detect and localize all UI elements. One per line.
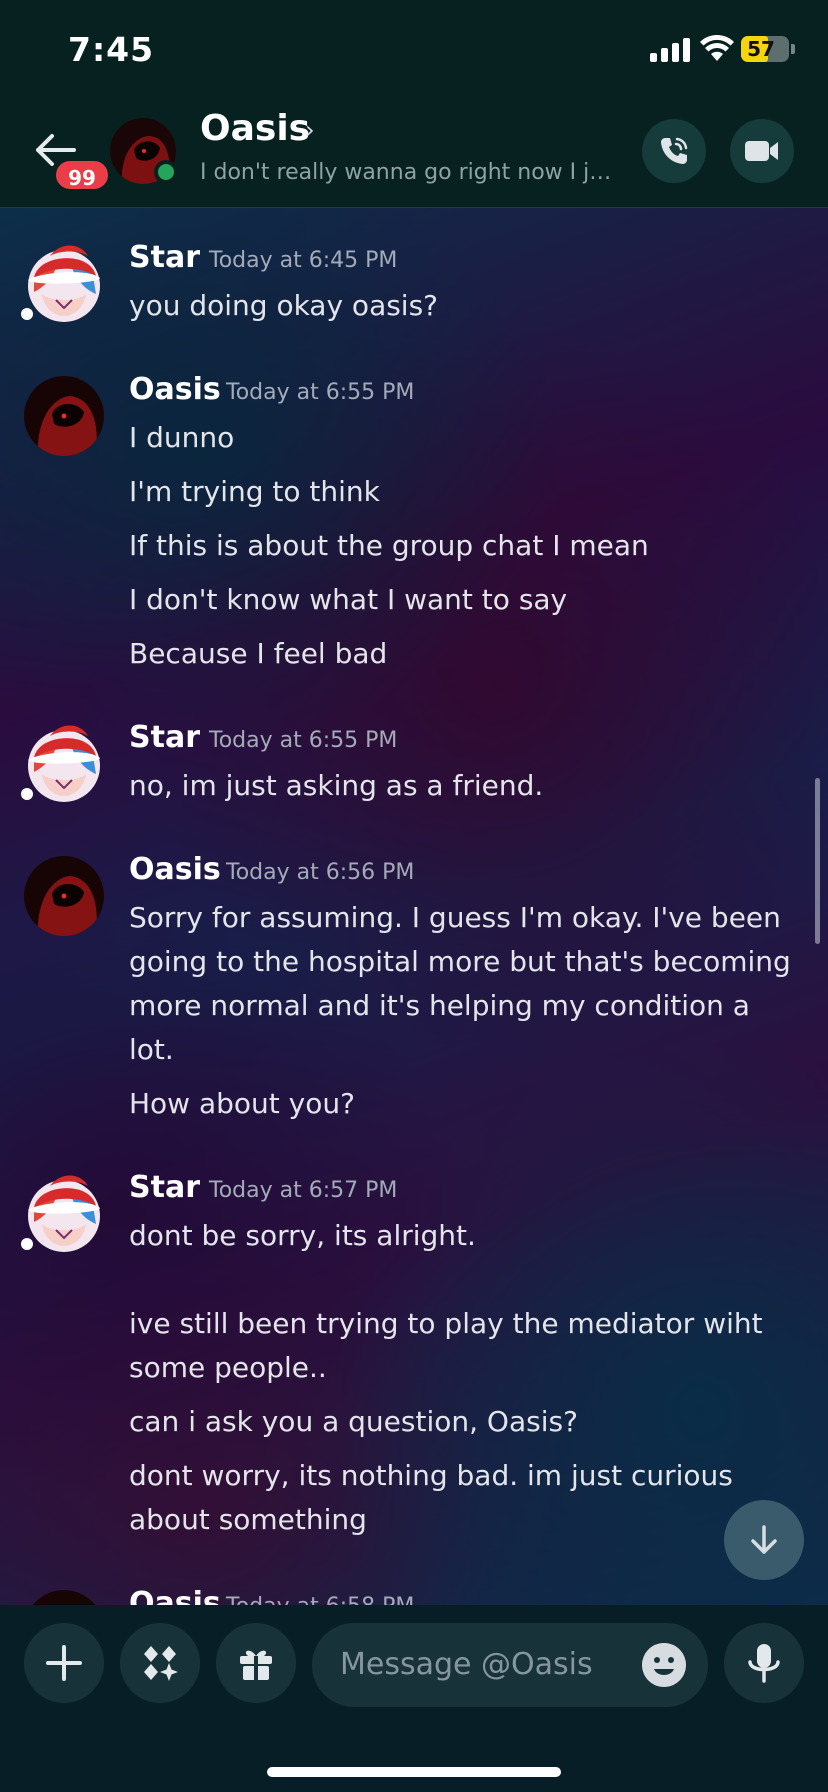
message-text: more normal and it's helping my conditio… <box>129 989 750 1022</box>
message-author[interactable]: Oasis <box>129 852 221 887</box>
message-text: going to the hospital more but that's be… <box>129 945 791 978</box>
oasis-avatar[interactable] <box>24 376 104 456</box>
message-author[interactable]: Oasis <box>129 1586 221 1605</box>
message-timestamp: Today at 6:55 PM <box>226 380 415 405</box>
scrollbar[interactable] <box>815 778 820 944</box>
battery-icon: 57 <box>741 36 789 62</box>
status-time: 7:45 <box>68 30 155 69</box>
chevron-right-icon[interactable]: › <box>305 116 315 144</box>
status-bar: 7:45 57 <box>0 0 828 100</box>
message-text: I don't know what I want to say <box>129 583 568 616</box>
message-input[interactable]: Message @Oasis <box>312 1623 708 1707</box>
microphone-icon <box>748 1644 780 1683</box>
dm-header: 99 Oasis › I don't really wanna go right… <box>0 100 828 208</box>
emoji-icon[interactable] <box>642 1643 686 1687</box>
gift-button[interactable] <box>216 1623 296 1703</box>
apps-icon <box>144 1646 178 1681</box>
header-username[interactable]: Oasis <box>200 108 310 149</box>
home-indicator[interactable] <box>267 1767 561 1777</box>
message-text: I'm trying to think <box>129 475 380 508</box>
arrow-down-icon <box>751 1525 777 1554</box>
message-text: How about you? <box>129 1087 355 1120</box>
message-timestamp: Today at 6:58 PM <box>226 1594 414 1605</box>
message-author[interactable]: Oasis <box>129 372 221 407</box>
battery-tip <box>791 44 795 54</box>
message-text: dont worry, its nothing bad. im just cur… <box>129 1459 733 1492</box>
message-text: dont be sorry, its alright. <box>129 1219 476 1252</box>
message-text: If this is about the group chat I mean <box>129 529 649 562</box>
message-list[interactable]: Star Today at 6:45 PM you doing okay oas… <box>0 208 828 1605</box>
message-author[interactable]: Star <box>129 240 200 275</box>
add-attachment-button[interactable] <box>24 1623 104 1703</box>
jump-to-bottom-button[interactable] <box>724 1500 804 1580</box>
message-timestamp: Today at 6:45 PM <box>209 248 398 273</box>
message-text: Because I feel bad <box>129 637 388 670</box>
message-text: you doing okay oasis? <box>129 289 439 322</box>
plus-icon <box>46 1645 82 1681</box>
phone-call-icon <box>661 137 688 164</box>
message-text: about something <box>129 1503 367 1536</box>
online-status-dot <box>154 160 178 184</box>
unread-badge: 99 <box>53 158 111 192</box>
star-avatar[interactable] <box>20 236 108 324</box>
message-text: Sorry for assuming. I guess I'm okay. I'… <box>129 901 781 934</box>
message-input-placeholder: Message @Oasis <box>340 1647 593 1682</box>
wifi-icon <box>700 34 734 61</box>
voice-call-button[interactable] <box>642 119 706 183</box>
message-text: ive still been trying to play the mediat… <box>129 1307 763 1340</box>
battery-level: 57 <box>747 37 775 61</box>
message-text: some people.. <box>129 1351 327 1384</box>
voice-message-button[interactable] <box>724 1623 804 1703</box>
message-timestamp: Today at 6:55 PM <box>209 728 398 753</box>
video-camera-icon <box>745 141 778 161</box>
cellular-signal-icon <box>650 38 692 62</box>
star-avatar[interactable] <box>20 716 108 804</box>
header-status-preview: I don't really wanna go right now I jus.… <box>200 160 625 185</box>
star-avatar[interactable] <box>20 1166 108 1254</box>
gift-icon <box>240 1650 272 1680</box>
message-author[interactable]: Star <box>129 1170 200 1205</box>
oasis-avatar[interactable] <box>24 856 104 936</box>
message-author[interactable]: Star <box>129 720 200 755</box>
message-text: no, im just asking as a friend. <box>129 769 544 802</box>
message-timestamp: Today at 6:56 PM <box>226 860 415 885</box>
message-text: can i ask you a question, Oasis? <box>129 1405 578 1438</box>
message-composer: Message @Oasis <box>0 1605 828 1792</box>
message-text: I dunno <box>129 421 235 454</box>
message-timestamp: Today at 6:57 PM <box>209 1178 398 1203</box>
message-text: lot. <box>129 1033 174 1066</box>
video-call-button[interactable] <box>730 119 794 183</box>
oasis-avatar[interactable] <box>24 1590 104 1605</box>
apps-button[interactable] <box>120 1623 200 1703</box>
